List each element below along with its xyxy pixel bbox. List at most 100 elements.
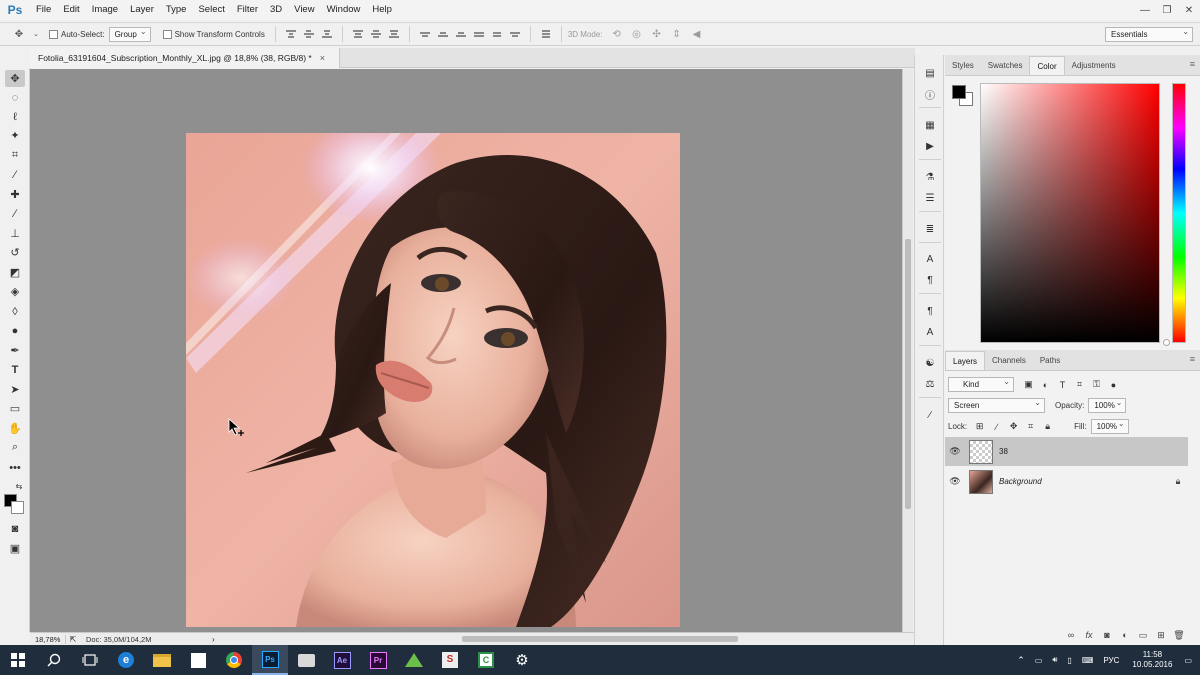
volume-icon[interactable]: 🔊︎ xyxy=(1052,655,1057,665)
timeline-panel-icon[interactable]: ≣ xyxy=(922,221,938,237)
tab-styles[interactable]: Styles xyxy=(945,56,981,75)
delete-layer-icon[interactable]: 🗑︎ xyxy=(1170,630,1188,641)
3d-roll-icon[interactable]: ◎ xyxy=(630,27,644,41)
auto-align-icon[interactable] xyxy=(540,28,552,40)
visibility-eye-icon[interactable]: 👁︎ xyxy=(945,446,965,457)
workspace-dropdown[interactable]: Essentials xyxy=(1105,26,1193,42)
eyedropper-tool-icon[interactable]: ⁄ xyxy=(5,166,25,183)
language-indicator[interactable]: РУС xyxy=(1103,656,1119,665)
screen-mode-icon[interactable]: ▣ xyxy=(5,540,25,557)
notifications-icon[interactable]: ▭ xyxy=(1184,656,1192,665)
photoshop-taskbar-icon[interactable]: Ps xyxy=(252,645,288,675)
menu-view[interactable]: View xyxy=(288,0,320,20)
history-panel-icon[interactable]: ▤ xyxy=(922,65,938,81)
edge-icon[interactable]: e xyxy=(108,645,144,675)
move-tool-preset-icon[interactable]: ✥ xyxy=(12,27,26,41)
tab-paths[interactable]: Paths xyxy=(1033,351,1067,370)
3d-panel-icon[interactable]: ☯ xyxy=(922,355,938,371)
layer-name[interactable]: Background xyxy=(999,477,1168,486)
lock-image-icon[interactable]: ∕ xyxy=(991,421,1002,432)
3d-scale-icon[interactable]: ◀ xyxy=(690,27,704,41)
clone-source-icon[interactable]: ⚗ xyxy=(922,169,938,185)
tab-channels[interactable]: Channels xyxy=(985,351,1033,370)
path-selection-tool-icon[interactable]: ➤ xyxy=(5,381,25,398)
zoom-tool-icon[interactable]: ⌕ xyxy=(5,439,25,456)
vertical-scrollbar[interactable] xyxy=(902,69,913,632)
fill-input[interactable]: 100% xyxy=(1090,419,1129,434)
marquee-tool-icon[interactable]: ◌ xyxy=(5,89,25,106)
file-explorer-icon[interactable] xyxy=(144,645,180,675)
search-icon[interactable] xyxy=(36,645,72,675)
tab-swatches[interactable]: Swatches xyxy=(981,56,1030,75)
menu-edit[interactable]: Edit xyxy=(57,0,85,20)
add-mask-icon[interactable]: ◙ xyxy=(1098,630,1116,640)
properties-panel-icon[interactable]: ☰ xyxy=(922,190,938,206)
distribute-bottom-icon[interactable] xyxy=(455,28,467,40)
chrome-icon[interactable] xyxy=(216,645,252,675)
panel-foreground-swatch[interactable] xyxy=(952,85,966,99)
new-group-icon[interactable]: ▭ xyxy=(1134,630,1152,641)
minimize-button[interactable]: — xyxy=(1134,0,1156,20)
menu-3d[interactable]: 3D xyxy=(264,0,288,20)
distribute-vcenter-icon[interactable] xyxy=(437,28,449,40)
menu-type[interactable]: Type xyxy=(160,0,193,20)
actions-panel-icon[interactable]: ▶ xyxy=(922,138,938,154)
panel-menu-icon[interactable]: ≡ xyxy=(1190,59,1195,69)
zoom-level[interactable]: 18,78% xyxy=(30,634,66,644)
document-image-portrait[interactable] xyxy=(186,133,680,627)
menu-select[interactable]: Select xyxy=(192,0,230,20)
layer-filter-kind[interactable]: Kind xyxy=(948,377,1014,392)
3d-slide-icon[interactable]: ⇕ xyxy=(670,27,684,41)
opacity-input[interactable]: 100% xyxy=(1088,398,1127,413)
measurement-log-icon[interactable]: ⚖ xyxy=(922,376,938,392)
new-layer-icon[interactable]: ⊞ xyxy=(1152,630,1170,641)
filter-adjustment-icon[interactable]: ◐ xyxy=(1040,379,1051,390)
lock-artboard-icon[interactable]: ⌗ xyxy=(1025,421,1036,432)
new-adjustment-icon[interactable]: ◐ xyxy=(1116,630,1134,640)
link-layers-icon[interactable]: ∞ xyxy=(1062,630,1080,640)
store-icon[interactable] xyxy=(180,645,216,675)
tool-presets-icon[interactable]: ∕ xyxy=(922,407,938,423)
layer-name[interactable]: 38 xyxy=(999,447,1188,456)
status-arrow-icon[interactable]: › xyxy=(212,635,215,644)
close-window-button[interactable]: ✕ xyxy=(1178,0,1200,20)
blend-mode-dropdown[interactable]: Screen xyxy=(948,398,1045,413)
premiere-icon[interactable]: Pr xyxy=(360,645,396,675)
dodge-tool-icon[interactable]: ● xyxy=(5,322,25,339)
tab-color[interactable]: Color xyxy=(1029,56,1065,75)
healing-brush-tool-icon[interactable]: ✚ xyxy=(5,186,25,203)
color-picker-field[interactable] xyxy=(980,83,1160,343)
more-tools-icon[interactable]: ••• xyxy=(5,459,25,476)
filter-toggle-icon[interactable]: ● xyxy=(1108,379,1119,390)
distribute-hcenter-icon[interactable] xyxy=(491,28,503,40)
align-top-icon[interactable] xyxy=(285,28,297,40)
paragraph-styles-icon[interactable]: ¶ xyxy=(922,303,938,319)
distribute-right-icon[interactable] xyxy=(509,28,521,40)
clone-stamp-tool-icon[interactable]: ⊥ xyxy=(5,225,25,242)
lock-position-icon[interactable]: ✥ xyxy=(1008,421,1019,432)
move-tool-icon[interactable]: ✥ xyxy=(5,70,25,87)
align-hcenter-icon[interactable] xyxy=(370,28,382,40)
panel-menu-icon[interactable]: ≡ xyxy=(1190,354,1195,364)
chevron-down-icon[interactable]: ⌄ xyxy=(32,27,40,41)
app-c-icon[interactable]: C xyxy=(468,645,504,675)
menu-file[interactable]: File xyxy=(30,0,57,20)
visibility-eye-icon[interactable]: 👁︎ xyxy=(945,476,965,487)
3d-rotate-icon[interactable]: ⟲ xyxy=(610,27,624,41)
auto-select-checkbox[interactable] xyxy=(49,29,58,39)
info-panel-icon[interactable]: ⓘ xyxy=(922,86,938,102)
character-panel-icon[interactable]: A xyxy=(922,251,938,267)
lasso-tool-icon[interactable]: ℓ xyxy=(5,108,25,125)
paragraph-panel-icon[interactable]: ¶ xyxy=(922,272,938,288)
paint-bucket-tool-icon[interactable]: ◈ xyxy=(5,283,25,300)
align-vcenter-icon[interactable] xyxy=(303,28,315,40)
document-tab[interactable]: Fotolia_63191604_Subscription_Monthly_XL… xyxy=(30,48,340,68)
export-icon[interactable]: ⇱ xyxy=(66,635,80,644)
auto-select-dropdown[interactable]: Group xyxy=(108,26,151,42)
3d-drag-icon[interactable]: ✣ xyxy=(650,27,664,41)
horizontal-scrollbar[interactable] xyxy=(230,635,926,644)
magic-wand-tool-icon[interactable]: ✦ xyxy=(5,127,25,144)
task-view-icon[interactable] xyxy=(72,645,108,675)
app-s-icon[interactable]: S xyxy=(432,645,468,675)
tab-layers[interactable]: Layers xyxy=(945,351,986,370)
